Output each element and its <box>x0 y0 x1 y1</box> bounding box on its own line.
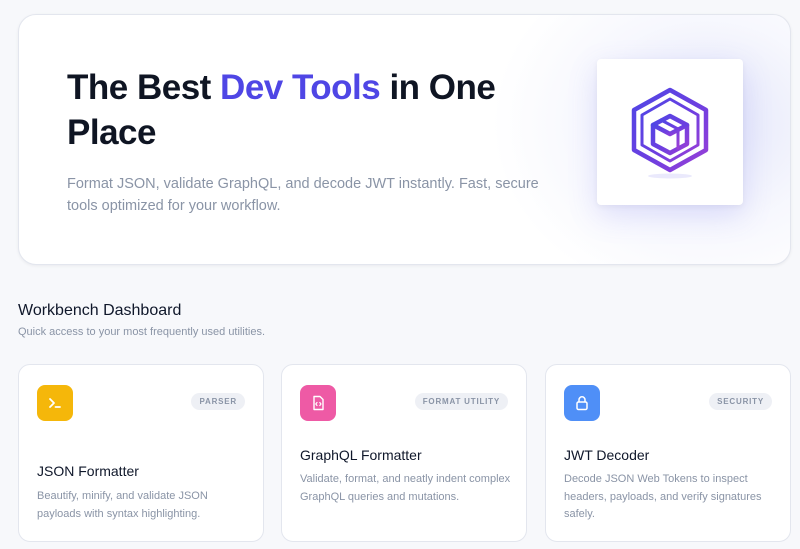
dashboard-title: Workbench Dashboard <box>18 302 182 319</box>
card-graphql-formatter[interactable]: FORMAT UTILITY GraphQL Formatter Validat… <box>281 364 527 542</box>
code-file-icon <box>313 395 324 411</box>
terminal-icon <box>49 398 61 408</box>
hero-title-part1: The Best <box>67 68 221 107</box>
hero-banner: The Best Dev Tools in One Place Format J… <box>18 14 791 265</box>
hero-subtitle: Format JSON, validate GraphQL, and decod… <box>67 176 539 214</box>
lock-icon-tile <box>564 385 600 421</box>
lock-icon <box>576 396 588 411</box>
card-title: GraphQL Formatter <box>300 447 422 463</box>
hero-logo <box>597 59 743 205</box>
isometric-box-logo-icon <box>631 87 709 179</box>
badge-security: SECURITY <box>709 393 772 410</box>
badge-parser: PARSER <box>191 393 245 410</box>
hero-title: The Best Dev Tools in One Place <box>67 65 537 155</box>
dashboard-subtitle: Quick access to your most frequently use… <box>18 326 265 338</box>
code-file-icon-tile <box>300 385 336 421</box>
hero-title-accent: Dev Tools <box>220 68 381 107</box>
card-title: JSON Formatter <box>37 463 139 479</box>
card-title: JWT Decoder <box>564 447 650 463</box>
card-description: Beautify, minify, and validate JSON payl… <box>37 490 208 520</box>
card-json-formatter[interactable]: PARSER JSON Formatter Beautify, minify, … <box>18 364 264 542</box>
card-description: Decode JSON Web Tokens to inspect header… <box>564 473 762 520</box>
card-jwt-decoder[interactable]: SECURITY JWT Decoder Decode JSON Web Tok… <box>545 364 791 542</box>
card-description: Validate, format, and neatly indent comp… <box>300 473 511 503</box>
terminal-icon-tile <box>37 385 73 421</box>
badge-format-utility: FORMAT UTILITY <box>414 393 508 410</box>
